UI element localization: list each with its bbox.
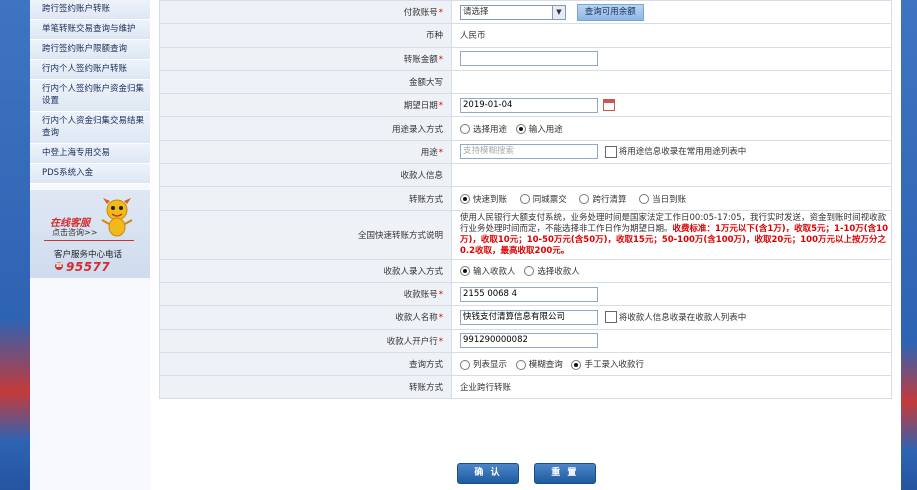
save-payee-label: 将收款人信息收录在收款人列表中 [618,312,747,323]
payee-name-input[interactable]: 快钱支付清算信息有限公司 [460,309,598,325]
sidebar-item-intrabank-transfer[interactable]: 行内个人签约账户转账 [30,60,150,80]
sidebar-item-limit-query[interactable]: 跨行签约账户限额查询 [30,40,150,60]
expected-date-input[interactable]: 2019-01-04 [460,97,598,113]
radio-label: 当日到账 [652,194,687,205]
field-label: 付款账号* [159,0,452,25]
form-row-payee-name: 收款人名称* 快钱支付清算信息有限公司 将收款人信息收录在收款人列表中 [159,305,892,330]
form-row-pay-account: 付款账号* 请选择 ▼ 查询可用余额 [159,0,892,25]
calendar-icon[interactable] [603,99,615,112]
radio-fuzzy-query[interactable] [515,359,526,370]
field-label: 期望日期* [159,93,452,118]
radio-label: 跨行清算 [592,194,627,205]
confirm-button[interactable]: 确 认 [457,463,519,484]
field-label: 收款账号* [159,281,452,307]
radio-label: 输入收款人 [473,266,516,277]
save-payee-checkbox[interactable] [604,311,617,324]
mascot-icon [101,198,133,237]
consult-link[interactable]: 点击咨询>> [52,227,97,238]
payee-account-input[interactable]: 2155 0068 4 [460,286,598,302]
fast-transfer-note: 使用人民银行大额支付系统，业务处理时间是国家法定工作日00:05-17:05，我… [451,209,892,260]
field-label: 转账方式 [159,375,452,400]
field-label: 全国快速转账方式说明 [159,209,452,260]
radio-manual-bank[interactable] [571,359,582,370]
page-background-left [0,0,30,490]
sidebar-item-pds-deposit[interactable]: PDS系统入金 [30,164,150,184]
field-label: 金额大写 [159,69,452,95]
field-label: 收款人名称* [159,305,452,330]
radio-label: 手工录入收款行 [584,360,644,370]
save-purpose-label: 将用途信息收录在常用用途列表中 [618,147,747,158]
payee-bank-input[interactable]: 991290000082 [460,333,598,349]
field-label: 转账金额* [159,46,452,71]
form-row-payee-entry: 收款人录入方式 输入收款人 选择收款人 [159,258,892,283]
divider [44,240,134,241]
chevron-down-icon: ▼ [552,5,565,19]
purpose-input[interactable]: 支持模糊搜索 [460,144,598,160]
field-label: 查询方式 [159,351,452,377]
radio-label: 选择用途 [473,124,508,135]
field-label: 收款人开户行* [159,328,452,353]
form-row-purpose-entry: 用途录入方式 选择用途 输入用途 [159,116,892,141]
phone-icon: ☎ [55,262,63,270]
save-purpose-checkbox[interactable] [604,145,617,158]
radio-input-purpose[interactable] [515,124,526,135]
field-label: 币种 [159,23,452,48]
pay-account-select[interactable]: 请选择 ▼ [460,4,566,20]
form-row-currency: 币种 人民币 [159,23,892,48]
radio-same-day[interactable] [639,194,650,205]
field-label: 收款人信息 [159,163,452,188]
reset-button[interactable]: 重 置 [533,463,596,484]
main-content: 付款账号* 请选择 ▼ 查询可用余额 币种 人民币 转账金额* 金额大写 期望日期… [150,0,901,490]
field-label: 用途录入方式 [159,116,452,141]
radio-select-purpose[interactable] [460,124,470,135]
field-label: 收款人录入方式 [159,258,452,283]
customer-service-box[interactable]: 在线客服 点击咨询>> 客户服务中心电话 ☎ 95577 [30,190,150,278]
field-label: 用途* [159,139,452,165]
radio-interbank-clearing[interactable] [579,194,590,205]
form-row-transfer-method: 转账方式 企业跨行转账 [159,375,892,400]
sidebar: 跨行签约账户转账 单笔转账交易查询与维护 跨行签约账户限额查询 行内个人签约账户… [30,0,151,490]
amount-input[interactable] [460,51,598,67]
form-row-fast-note: 全国快速转账方式说明 使用人民银行大额支付系统，业务处理时间是国家法定工作日00… [159,209,892,260]
form-actions: 确 认 重 置 [457,463,608,484]
form-row-payee-bank: 收款人开户行* 991290000082 [159,328,892,353]
radio-label: 同城票交 [532,194,567,205]
transfer-method-value: 企业跨行转账 [451,375,892,400]
sidebar-item-fund-collection-setup[interactable]: 行内个人签约账户资金归集设置 [30,80,150,112]
radio-label: 模糊查询 [528,360,563,370]
form-row-amount: 转账金额* [159,46,892,71]
radio-label: 快速到账 [473,194,508,205]
form-row-payee-info: 收款人信息 [159,163,892,188]
radio-label: 输入用途 [528,124,563,135]
form-row-purpose: 用途* 支持模糊搜索 将用途信息收录在常用用途列表中 [159,139,892,165]
sidebar-item-transfer-query[interactable]: 单笔转账交易查询与维护 [30,20,150,40]
radio-label: 列表显示 [473,360,508,370]
radio-same-city[interactable] [519,194,530,205]
currency-value: 人民币 [451,23,892,48]
sidebar-item-csdc-shanghai[interactable]: 中登上海专用交易 [30,144,150,164]
form-row-amount-upper: 金额大写 [159,69,892,95]
sidebar-nav: 跨行签约账户转账 单笔转账交易查询与维护 跨行签约账户限额查询 行内个人签约账户… [30,0,150,184]
radio-fast-transfer[interactable] [460,194,470,205]
service-center-label: 客户服务中心电话 [54,250,123,260]
query-balance-button[interactable]: 查询可用余额 [576,3,644,21]
transfer-form: 付款账号* 请选择 ▼ 查询可用余额 币种 人民币 转账金额* 金额大写 期望日期… [159,0,892,400]
form-row-payee-account: 收款账号* 2155 0068 4 [159,281,892,307]
form-row-expected-date: 期望日期* 2019-01-04 [159,93,892,118]
radio-input-payee[interactable] [460,266,470,277]
service-phone: 95577 [66,260,111,274]
form-row-query-mode: 查询方式 列表显示 模糊查询 手工录入收款行 [159,351,892,377]
form-row-transfer-mode: 转账方式 快速到账 同城票交 跨行清算 当日到账 [159,186,892,211]
sidebar-item-fund-collection-result[interactable]: 行内个人资金归集交易结果查询 [30,112,150,144]
amount-upper-value [451,69,892,95]
field-label: 转账方式 [159,186,452,211]
radio-select-payee[interactable] [524,266,535,277]
sidebar-item-interbank-transfer[interactable]: 跨行签约账户转账 [30,0,150,20]
radio-label: 选择收款人 [537,266,580,277]
page-background-right [901,0,917,490]
radio-list-display[interactable] [460,359,470,370]
